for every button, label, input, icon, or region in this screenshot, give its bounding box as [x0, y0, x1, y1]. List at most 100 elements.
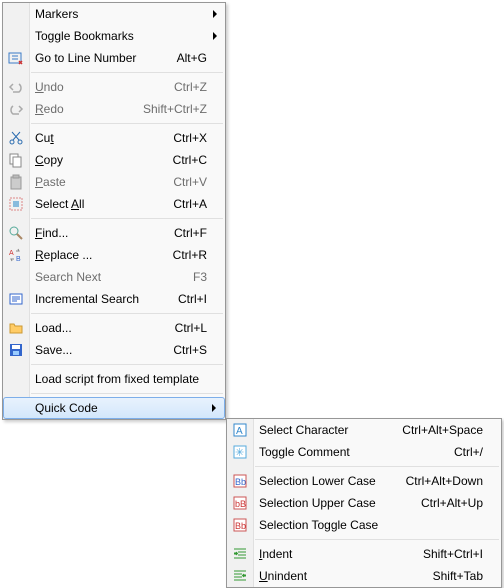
- menu-item-unindent[interactable]: Unindent Shift+Tab: [227, 565, 501, 587]
- separator: [31, 313, 223, 314]
- svg-text:Bb: Bb: [235, 521, 246, 531]
- indent-icon: [227, 543, 253, 565]
- shortcut: Ctrl+Alt+Down: [406, 474, 501, 488]
- menu-item-toggle-bookmarks[interactable]: Toggle Bookmarks: [3, 25, 225, 47]
- shortcut: Ctrl+X: [173, 131, 225, 145]
- scissors-icon: [3, 127, 29, 149]
- separator: [255, 539, 499, 540]
- save-icon: [3, 339, 29, 361]
- menu-item-toggle-comment[interactable]: ✳ Toggle Comment Ctrl+/: [227, 441, 501, 463]
- menu-item-save[interactable]: Save... Ctrl+S: [3, 339, 225, 361]
- label: Select All: [29, 197, 173, 211]
- lowercase-icon: Bb: [227, 470, 253, 492]
- select-char-icon: A: [227, 419, 253, 441]
- label: Toggle Comment: [253, 445, 454, 459]
- copy-icon: [3, 149, 29, 171]
- label: Quick Code: [29, 401, 224, 415]
- shortcut: Ctrl+Alt+Space: [402, 423, 501, 437]
- shortcut: Ctrl+L: [175, 321, 225, 335]
- shortcut: Ctrl+Z: [174, 80, 225, 94]
- separator: [31, 72, 223, 73]
- svg-text:B: B: [16, 256, 21, 263]
- separator: [31, 123, 223, 124]
- menu-item-lower-case[interactable]: Bb Selection Lower Case Ctrl+Alt+Down: [227, 470, 501, 492]
- shortcut: Ctrl+F: [174, 226, 225, 240]
- separator: [255, 466, 499, 467]
- menu-item-undo: Undo Ctrl+Z: [3, 76, 225, 98]
- menu-item-incremental-search[interactable]: Incremental Search Ctrl+I: [3, 288, 225, 310]
- unindent-icon: [227, 565, 253, 587]
- label: Selection Toggle Case: [253, 518, 501, 532]
- menu-item-find[interactable]: Find... Ctrl+F: [3, 222, 225, 244]
- find-icon: [3, 222, 29, 244]
- shortcut: Ctrl+/: [454, 445, 501, 459]
- menu-item-redo: Redo Shift+Ctrl+Z: [3, 98, 225, 120]
- search-next-icon: [3, 266, 29, 288]
- replace-icon: AB: [3, 244, 29, 266]
- menu-item-load[interactable]: Load... Ctrl+L: [3, 317, 225, 339]
- incremental-search-icon: [3, 288, 29, 310]
- menu-item-goto-line[interactable]: Go to Line Number Alt+G: [3, 47, 225, 69]
- submenu-arrow-icon: [212, 404, 216, 412]
- label: Save...: [29, 343, 173, 357]
- shortcut: Ctrl+V: [173, 175, 225, 189]
- label: Load script from fixed template: [29, 372, 225, 386]
- svg-text:A: A: [236, 426, 243, 437]
- svg-text:bB: bB: [235, 499, 246, 509]
- menu-item-load-template[interactable]: Load script from fixed template: [3, 368, 225, 390]
- shortcut: Ctrl+C: [173, 153, 225, 167]
- menu-item-cut[interactable]: Cut Ctrl+X: [3, 127, 225, 149]
- menu-item-select-all[interactable]: Select All Ctrl+A: [3, 193, 225, 215]
- shortcut: Ctrl+R: [173, 248, 225, 262]
- bookmark-icon: [3, 25, 29, 47]
- comment-icon: ✳: [227, 441, 253, 463]
- menu-item-replace[interactable]: AB Replace ... Ctrl+R: [3, 244, 225, 266]
- menu-item-select-character[interactable]: A Select Character Ctrl+Alt+Space: [227, 419, 501, 441]
- menu-item-copy[interactable]: Copy Ctrl+C: [3, 149, 225, 171]
- label: Search Next: [29, 270, 193, 284]
- markers-icon: [3, 3, 29, 25]
- uppercase-icon: bB: [227, 492, 253, 514]
- shortcut: Ctrl+S: [173, 343, 225, 357]
- label: Undo: [29, 80, 174, 94]
- paste-icon: [3, 171, 29, 193]
- label: Selection Lower Case: [253, 474, 406, 488]
- shortcut: F3: [193, 270, 225, 284]
- edit-menu: Markers Toggle Bookmarks Go to Line Numb…: [2, 2, 226, 420]
- label: Copy: [29, 153, 173, 167]
- shortcut: Alt+G: [177, 51, 225, 65]
- shortcut: Shift+Ctrl+I: [423, 547, 501, 561]
- label: Incremental Search: [29, 292, 178, 306]
- undo-icon: [3, 76, 29, 98]
- submenu-arrow-icon: [213, 10, 217, 18]
- shortcut: Ctrl+A: [173, 197, 225, 211]
- label: Cut: [29, 131, 173, 145]
- menu-item-quick-code[interactable]: Quick Code: [3, 397, 225, 419]
- label: Toggle Bookmarks: [29, 29, 225, 43]
- select-all-icon: [3, 193, 29, 215]
- separator: [31, 218, 223, 219]
- quick-code-submenu: A Select Character Ctrl+Alt+Space ✳ Togg…: [226, 418, 502, 588]
- svg-text:✳: ✳: [235, 447, 244, 459]
- label: Select Character: [253, 423, 402, 437]
- svg-text:Bb: Bb: [235, 477, 246, 487]
- separator: [31, 364, 223, 365]
- svg-text:A: A: [9, 250, 14, 257]
- submenu-arrow-icon: [213, 32, 217, 40]
- menu-item-markers[interactable]: Markers: [3, 3, 225, 25]
- folder-open-icon: [3, 317, 29, 339]
- menu-item-toggle-case[interactable]: Bb Selection Toggle Case: [227, 514, 501, 536]
- label: Find...: [29, 226, 174, 240]
- label: Selection Upper Case: [253, 496, 421, 510]
- togglecase-icon: Bb: [227, 514, 253, 536]
- menu-item-upper-case[interactable]: bB Selection Upper Case Ctrl+Alt+Up: [227, 492, 501, 514]
- label: Unindent: [253, 569, 433, 583]
- menu-item-indent[interactable]: Indent Shift+Ctrl+I: [227, 543, 501, 565]
- menu-item-search-next: Search Next F3: [3, 266, 225, 288]
- label: Markers: [29, 7, 225, 21]
- shortcut: Ctrl+I: [178, 292, 225, 306]
- label: Paste: [29, 175, 173, 189]
- separator: [31, 393, 223, 394]
- menu-item-paste: Paste Ctrl+V: [3, 171, 225, 193]
- redo-icon: [3, 98, 29, 120]
